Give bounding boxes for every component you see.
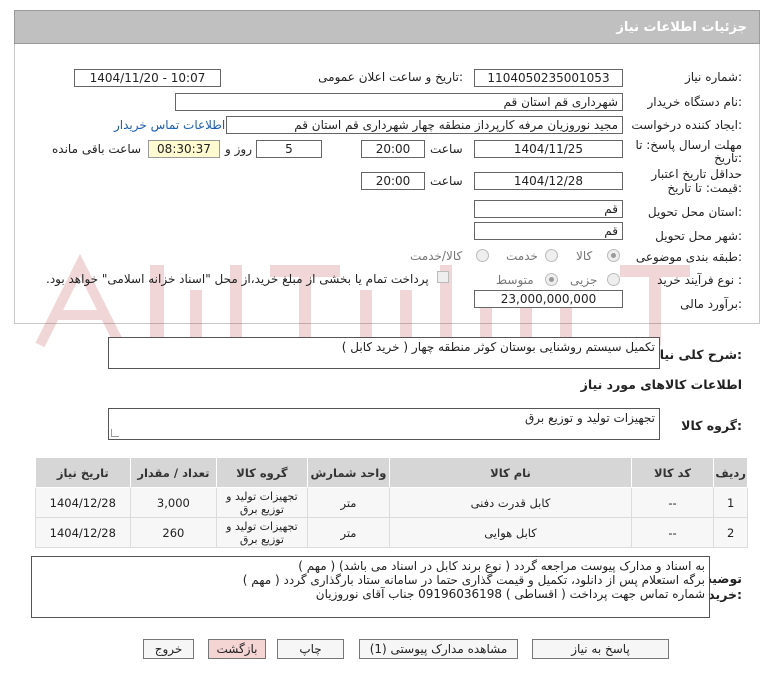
category-service-label: خدمت (506, 249, 538, 263)
need-number-label: شماره نیاز: (684, 70, 742, 84)
treasury-payment-checkbox[interactable] (437, 271, 449, 283)
treasury-payment-note: پرداخت تمام یا بخشی از مبلغ خرید،از محل … (46, 272, 429, 286)
remaining-time-label: ساعت باقی مانده (52, 142, 142, 156)
process-medium-radio[interactable] (545, 273, 558, 286)
reply-to-need-button[interactable]: پاسخ به نیاز (532, 639, 669, 659)
category-goods-radio[interactable] (607, 249, 620, 262)
goods-group-text: تجهیزات تولید و توزیع برق (525, 411, 655, 425)
announce-date-label: تاریخ و ساعت اعلان عمومی: (318, 70, 463, 84)
province-label: استان محل تحویل: (647, 205, 742, 219)
row-number: 1 (713, 487, 748, 518)
col-unit: واحد شمارش (306, 457, 391, 488)
page-title: جزئیات اطلاعات نیاز (616, 20, 747, 35)
buyer-note-line: به اسناد و مدارک پیوست مراجعه گردد ( نوع… (298, 559, 705, 573)
item-need-date: 1404/12/28 (35, 487, 131, 518)
budget-field: 23,000,000,000 (474, 290, 623, 308)
validity-time-field: 20:00 (361, 172, 425, 190)
resize-handle-icon[interactable] (111, 429, 119, 437)
item-group: تجهیزات تولید و توزیع برق (216, 517, 308, 548)
buyer-notes-field: به اسناد و مدارک پیوست مراجعه گردد ( نوع… (31, 556, 710, 618)
buyer-org-label: نام دستگاه خریدار: (647, 95, 743, 109)
table-row: 1 -- کابل قدرت دفنی متر تجهیزات تولید و … (35, 487, 748, 518)
days-label: روز و (225, 142, 252, 156)
items-table: ردیف کد کالا نام کالا واحد شمارش گروه کا… (35, 457, 748, 548)
col-item-name: نام کالا (389, 457, 632, 488)
item-group: تجهیزات تولید و توزیع برق (216, 487, 308, 518)
validity-label-2: قیمت: تا تاریخ: (667, 181, 742, 195)
buyer-note-line: برگه استعلام پس از دانلود، تکمیل و قیمت … (242, 573, 705, 587)
goods-section-title: اطلاعات کالاهای مورد نیاز (580, 377, 742, 392)
need-description-label: شرح کلی نیاز: (652, 347, 743, 362)
process-type-label: نوع فرآیند خرید : (657, 273, 742, 287)
validity-time-label: ساعت (430, 174, 463, 188)
col-item-group: گروه کالا (216, 457, 308, 488)
table-row: 2 -- کابل هوایی متر تجهیزات تولید و توزی… (35, 517, 748, 548)
remaining-time-field: 08:30:37 (148, 140, 220, 158)
validity-label: حداقل تاریخ اعتبار (651, 167, 742, 181)
goods-group-field: تجهیزات تولید و توزیع برق (108, 408, 660, 440)
row-number: 2 (713, 517, 748, 548)
item-code: -- (630, 517, 715, 548)
col-need-date: تاریخ نیاز (35, 457, 131, 488)
process-medium-label: متوسط (496, 273, 534, 287)
remaining-days-field: 5 (256, 140, 322, 158)
deadline-time-field: 20:00 (361, 140, 425, 158)
validity-date-field: 1404/12/28 (474, 172, 623, 190)
item-unit: متر (306, 517, 391, 548)
province-field: قم (474, 200, 623, 218)
category-goods-service-label: کالا/خدمت (410, 249, 463, 263)
col-row-number: ردیف (713, 457, 748, 488)
item-quantity: 3,000 (129, 487, 218, 518)
col-quantity: تعداد / مقدار (129, 457, 218, 488)
item-name: کابل هوایی (389, 517, 632, 548)
goods-group-label: گروه کالا: (681, 418, 742, 433)
item-quantity: 260 (129, 517, 218, 548)
item-unit: متر (306, 487, 391, 518)
category-label: طبقه بندی موضوعی: (635, 250, 742, 264)
buyer-contact-link[interactable]: اطلاعات تماس خریدار (114, 118, 225, 132)
process-minor-label: جزیی (570, 273, 598, 287)
need-number-field: 1104050235001053 (474, 69, 623, 87)
view-attachments-button[interactable]: مشاهده مدارک پیوستی (1) (359, 639, 518, 659)
budget-label: برآورد مالی: (680, 297, 742, 311)
city-field: قم (474, 222, 623, 240)
deadline-date-field: 1404/11/25 (474, 140, 623, 158)
need-description-text: تکمیل سیستم روشنایی بوستان کوثر منطقه چه… (341, 340, 655, 354)
item-code: -- (630, 487, 715, 518)
table-header-row: ردیف کد کالا نام کالا واحد شمارش گروه کا… (35, 457, 748, 488)
col-item-code: کد کالا (630, 457, 715, 488)
exit-button[interactable]: خروج (143, 639, 194, 659)
buyer-note-line: شماره تماس جهت پرداخت ( اقساطی ) 0919603… (315, 587, 705, 601)
buyer-org-field: شهرداری قم استان قم (175, 93, 623, 111)
page-header: جزئیات اطلاعات نیاز (14, 10, 760, 44)
back-button[interactable]: بازگشت (208, 639, 266, 659)
deadline-label-2: تاریخ: (714, 151, 742, 165)
deadline-time-label: ساعت (430, 142, 463, 156)
need-description-field: تکمیل سیستم روشنایی بوستان کوثر منطقه چه… (108, 337, 660, 369)
category-goods-label: کالا (576, 249, 593, 263)
print-button[interactable]: چاپ (277, 639, 344, 659)
process-minor-radio[interactable] (607, 273, 620, 286)
requester-field: مجید نوروزیان مرفه کارپرداز منطقه چهار ش… (226, 116, 623, 134)
item-name: کابل قدرت دفنی (389, 487, 632, 518)
deadline-label: مهلت ارسال پاسخ: تا (635, 138, 742, 152)
category-goods-service-radio[interactable] (476, 249, 489, 262)
item-need-date: 1404/12/28 (35, 517, 131, 548)
announce-date-field: 1404/11/20 - 10:07 (74, 69, 221, 87)
category-service-radio[interactable] (545, 249, 558, 262)
requester-label: ایجاد کننده درخواست: (631, 118, 742, 132)
city-label: شهر محل تحویل: (655, 229, 742, 243)
